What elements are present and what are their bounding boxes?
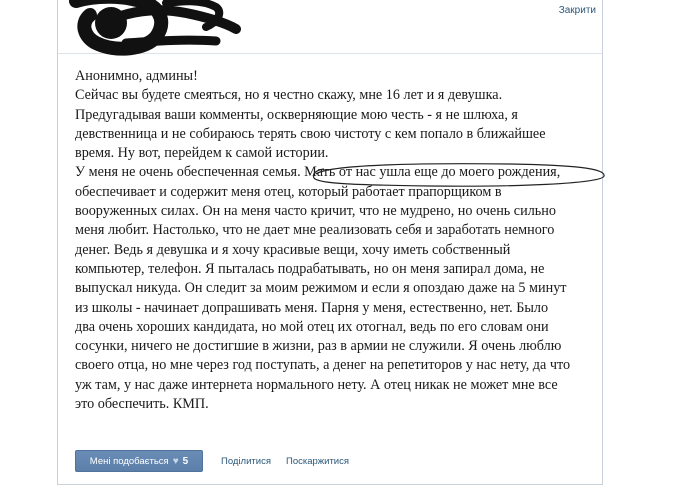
post-card: Закрити Анонимно, админы! Сейчас вы буде…	[57, 0, 605, 485]
post-line: девственница и не собираюсь терять свою …	[75, 125, 546, 142]
post-line: меня любит. Настолько, что не дает мне р…	[75, 222, 555, 239]
redaction-scribble	[69, 0, 241, 56]
post-line: вооруженных силах. Он на меня часто крич…	[75, 203, 556, 220]
report-link[interactable]: Поскаржитися	[286, 456, 349, 467]
post-actions: Мені подобається ♥ 5 Поділитися Поскаржи…	[75, 450, 595, 474]
post-line: Предугадывая ваши комменты, оскверняющие…	[75, 106, 518, 123]
post-line: это обеспечить. КМП.	[75, 396, 209, 413]
post-line: У меня не очень обеспеченная семья. Мать…	[75, 164, 561, 181]
post-line: уж там, у нас даже интернета нормального…	[75, 376, 558, 393]
post-line: обеспечивает и содержит меня отец, котор…	[75, 183, 502, 200]
close-link[interactable]: Закрити	[559, 5, 596, 16]
post-line: Анонимно, админы!	[75, 68, 198, 84]
like-button[interactable]: Мені подобається ♥ 5	[75, 450, 203, 472]
post-line: два очень хороших кандидата, но мой отец…	[75, 318, 549, 335]
share-link[interactable]: Поділитися	[221, 456, 271, 467]
post-text: Анонимно, админы! Сейчас вы будете смеят…	[75, 67, 595, 414]
page: Закрити Анонимно, админы! Сейчас вы буде…	[0, 0, 700, 490]
post-line: денег. Ведь я девушка и я хочу красивые …	[75, 241, 511, 258]
like-count: 5	[182, 455, 189, 467]
post-line: компьютер, телефон. Я пыталась подрабаты…	[75, 260, 545, 277]
post-header: Закрити	[58, 0, 602, 56]
post-line: из школы - начинает допрашивать меня. Па…	[75, 299, 549, 316]
like-label: Мені подобається	[89, 455, 169, 467]
post-line: время. Ну вот, перейдем к самой истории.	[75, 145, 329, 162]
post-line: своего отца, но мне через год поступать,…	[75, 357, 571, 374]
heart-icon: ♥	[172, 455, 179, 467]
post-line: Сейчас вы будете смеяться, но я честно с…	[75, 87, 503, 104]
post-line: сосунки, ничего не достигшие в жизни, ра…	[75, 338, 562, 355]
post-line: выпускал никуда. Он следит за моим режим…	[75, 280, 567, 297]
